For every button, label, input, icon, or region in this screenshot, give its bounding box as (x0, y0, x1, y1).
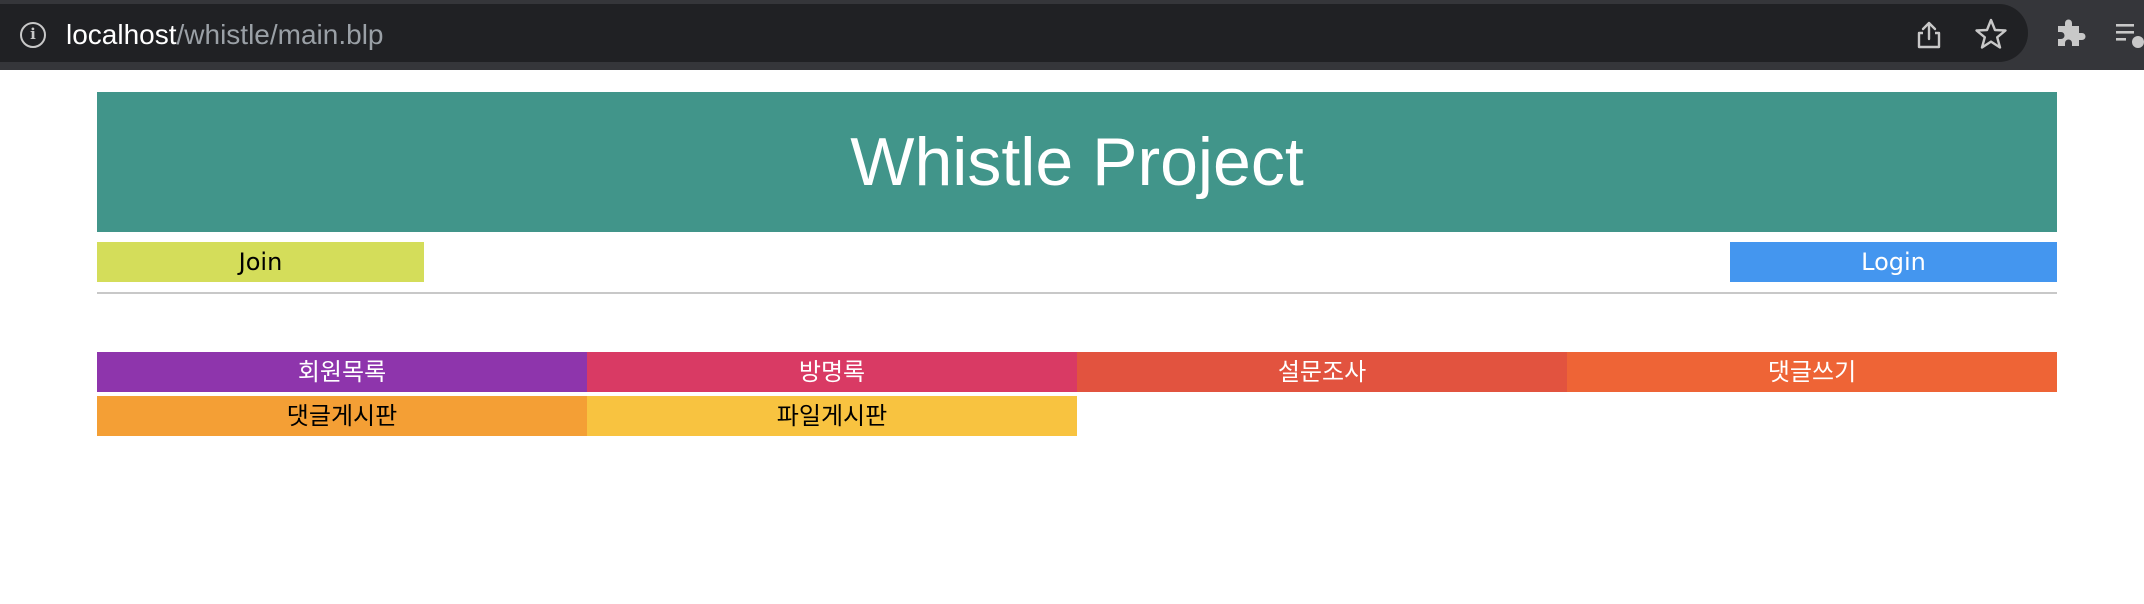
url-host: localhost (66, 19, 177, 50)
site-info-icon[interactable]: i (20, 22, 46, 48)
url-text[interactable]: localhost/whistle/main.blp (66, 18, 384, 52)
share-icon[interactable] (1914, 20, 1944, 50)
menu-item[interactable]: 방명록 (587, 352, 1077, 392)
menu-item[interactable]: 댓글게시판 (97, 396, 587, 436)
extensions-puzzle-icon[interactable] (2054, 16, 2086, 48)
join-button[interactable]: Join (97, 242, 424, 282)
menu-item[interactable]: 댓글쓰기 (1567, 352, 2057, 392)
reading-list-icon[interactable] (2114, 18, 2144, 48)
login-button[interactable]: Login (1730, 242, 2057, 282)
url-path: /whistle/main.blp (176, 19, 384, 50)
menu-item[interactable]: 파일게시판 (587, 396, 1077, 436)
main-page: Whistle Project Join Login 회원목록 방명록 설문조사 댓글… (97, 92, 2057, 436)
main-menu: 회원목록 방명록 설문조사 댓글쓰기댓글게시판 파일게시판 (97, 352, 2057, 436)
address-bar[interactable]: i localhost/whistle/main.blp (0, 4, 2028, 62)
page-title: Whistle Project (850, 124, 1304, 200)
header-banner: Whistle Project (97, 92, 2057, 232)
auth-bar: Join Login (97, 242, 2057, 294)
bookmark-star-icon[interactable] (1974, 17, 2008, 51)
menu-item[interactable]: 회원목록 (97, 352, 587, 392)
menu-item[interactable]: 설문조사 (1077, 352, 1567, 392)
browser-toolbar: i localhost/whistle/main.blp (0, 0, 2144, 70)
